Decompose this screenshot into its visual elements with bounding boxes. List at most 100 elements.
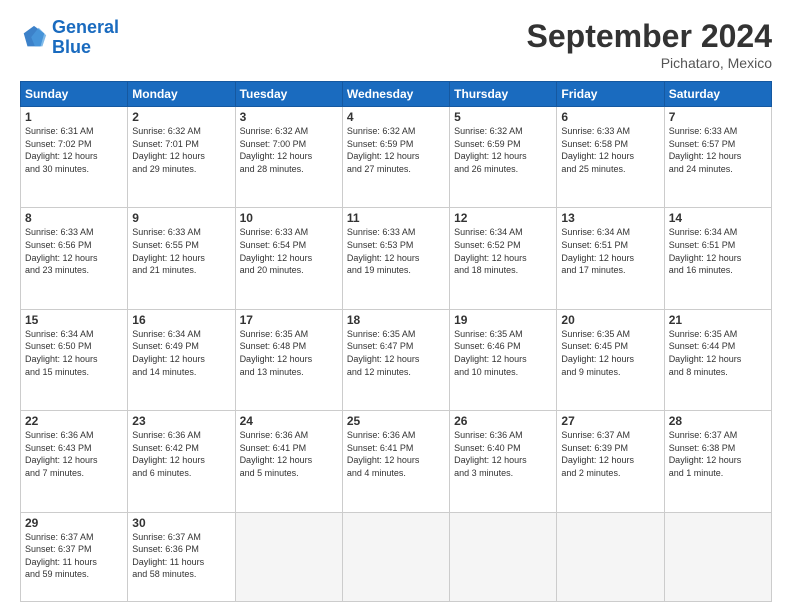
table-row: 30Sunrise: 6:37 AM Sunset: 6:36 PM Dayli…: [128, 512, 235, 602]
day-info: Sunrise: 6:36 AM Sunset: 6:40 PM Dayligh…: [454, 429, 552, 479]
day-number: 20: [561, 313, 659, 327]
table-row: 17Sunrise: 6:35 AM Sunset: 6:48 PM Dayli…: [235, 309, 342, 410]
table-row: 26Sunrise: 6:36 AM Sunset: 6:40 PM Dayli…: [450, 411, 557, 512]
table-row: 2Sunrise: 6:32 AM Sunset: 7:01 PM Daylig…: [128, 107, 235, 208]
calendar-week-row: 29Sunrise: 6:37 AM Sunset: 6:37 PM Dayli…: [21, 512, 772, 602]
header: General Blue September 2024 Pichataro, M…: [20, 18, 772, 71]
table-row: 9Sunrise: 6:33 AM Sunset: 6:55 PM Daylig…: [128, 208, 235, 309]
day-info: Sunrise: 6:35 AM Sunset: 6:45 PM Dayligh…: [561, 328, 659, 378]
day-number: 30: [132, 516, 230, 530]
day-info: Sunrise: 6:37 AM Sunset: 6:38 PM Dayligh…: [669, 429, 767, 479]
header-tuesday: Tuesday: [235, 82, 342, 107]
table-row: 23Sunrise: 6:36 AM Sunset: 6:42 PM Dayli…: [128, 411, 235, 512]
table-row: 1Sunrise: 6:31 AM Sunset: 7:02 PM Daylig…: [21, 107, 128, 208]
table-row: 10Sunrise: 6:33 AM Sunset: 6:54 PM Dayli…: [235, 208, 342, 309]
day-number: 15: [25, 313, 123, 327]
day-info: Sunrise: 6:32 AM Sunset: 7:00 PM Dayligh…: [240, 125, 338, 175]
table-row: 11Sunrise: 6:33 AM Sunset: 6:53 PM Dayli…: [342, 208, 449, 309]
header-thursday: Thursday: [450, 82, 557, 107]
day-info: Sunrise: 6:33 AM Sunset: 6:53 PM Dayligh…: [347, 226, 445, 276]
calendar-week-row: 15Sunrise: 6:34 AM Sunset: 6:50 PM Dayli…: [21, 309, 772, 410]
day-info: Sunrise: 6:35 AM Sunset: 6:48 PM Dayligh…: [240, 328, 338, 378]
month-title: September 2024: [527, 18, 772, 55]
table-row: 3Sunrise: 6:32 AM Sunset: 7:00 PM Daylig…: [235, 107, 342, 208]
day-number: 6: [561, 110, 659, 124]
table-row: 14Sunrise: 6:34 AM Sunset: 6:51 PM Dayli…: [664, 208, 771, 309]
location: Pichataro, Mexico: [527, 55, 772, 71]
day-number: 17: [240, 313, 338, 327]
day-number: 23: [132, 414, 230, 428]
day-info: Sunrise: 6:33 AM Sunset: 6:55 PM Dayligh…: [132, 226, 230, 276]
day-number: 12: [454, 211, 552, 225]
title-area: September 2024 Pichataro, Mexico: [527, 18, 772, 71]
header-monday: Monday: [128, 82, 235, 107]
table-row: 7Sunrise: 6:33 AM Sunset: 6:57 PM Daylig…: [664, 107, 771, 208]
calendar-week-row: 8Sunrise: 6:33 AM Sunset: 6:56 PM Daylig…: [21, 208, 772, 309]
day-info: Sunrise: 6:37 AM Sunset: 6:37 PM Dayligh…: [25, 531, 123, 581]
day-number: 9: [132, 211, 230, 225]
table-row: 29Sunrise: 6:37 AM Sunset: 6:37 PM Dayli…: [21, 512, 128, 602]
table-row: 20Sunrise: 6:35 AM Sunset: 6:45 PM Dayli…: [557, 309, 664, 410]
day-info: Sunrise: 6:34 AM Sunset: 6:51 PM Dayligh…: [669, 226, 767, 276]
table-row: 27Sunrise: 6:37 AM Sunset: 6:39 PM Dayli…: [557, 411, 664, 512]
day-number: 8: [25, 211, 123, 225]
day-info: Sunrise: 6:36 AM Sunset: 6:41 PM Dayligh…: [347, 429, 445, 479]
table-row: 13Sunrise: 6:34 AM Sunset: 6:51 PM Dayli…: [557, 208, 664, 309]
day-number: 16: [132, 313, 230, 327]
day-number: 2: [132, 110, 230, 124]
logo: General Blue: [20, 18, 119, 58]
day-info: Sunrise: 6:34 AM Sunset: 6:51 PM Dayligh…: [561, 226, 659, 276]
day-number: 18: [347, 313, 445, 327]
table-row: 18Sunrise: 6:35 AM Sunset: 6:47 PM Dayli…: [342, 309, 449, 410]
day-info: Sunrise: 6:31 AM Sunset: 7:02 PM Dayligh…: [25, 125, 123, 175]
weekday-header-row: Sunday Monday Tuesday Wednesday Thursday…: [21, 82, 772, 107]
table-row: [450, 512, 557, 602]
day-number: 1: [25, 110, 123, 124]
table-row: 24Sunrise: 6:36 AM Sunset: 6:41 PM Dayli…: [235, 411, 342, 512]
day-number: 21: [669, 313, 767, 327]
logo-general: General: [52, 17, 119, 37]
table-row: 25Sunrise: 6:36 AM Sunset: 6:41 PM Dayli…: [342, 411, 449, 512]
day-info: Sunrise: 6:37 AM Sunset: 6:39 PM Dayligh…: [561, 429, 659, 479]
day-number: 25: [347, 414, 445, 428]
day-number: 28: [669, 414, 767, 428]
day-info: Sunrise: 6:36 AM Sunset: 6:43 PM Dayligh…: [25, 429, 123, 479]
day-info: Sunrise: 6:33 AM Sunset: 6:54 PM Dayligh…: [240, 226, 338, 276]
table-row: [557, 512, 664, 602]
table-row: 5Sunrise: 6:32 AM Sunset: 6:59 PM Daylig…: [450, 107, 557, 208]
day-info: Sunrise: 6:33 AM Sunset: 6:57 PM Dayligh…: [669, 125, 767, 175]
table-row: [235, 512, 342, 602]
table-row: 16Sunrise: 6:34 AM Sunset: 6:49 PM Dayli…: [128, 309, 235, 410]
day-info: Sunrise: 6:35 AM Sunset: 6:44 PM Dayligh…: [669, 328, 767, 378]
day-info: Sunrise: 6:32 AM Sunset: 7:01 PM Dayligh…: [132, 125, 230, 175]
day-info: Sunrise: 6:34 AM Sunset: 6:49 PM Dayligh…: [132, 328, 230, 378]
day-info: Sunrise: 6:35 AM Sunset: 6:46 PM Dayligh…: [454, 328, 552, 378]
day-number: 4: [347, 110, 445, 124]
header-sunday: Sunday: [21, 82, 128, 107]
table-row: 6Sunrise: 6:33 AM Sunset: 6:58 PM Daylig…: [557, 107, 664, 208]
day-number: 22: [25, 414, 123, 428]
day-number: 26: [454, 414, 552, 428]
table-row: 22Sunrise: 6:36 AM Sunset: 6:43 PM Dayli…: [21, 411, 128, 512]
table-row: [664, 512, 771, 602]
day-number: 10: [240, 211, 338, 225]
header-wednesday: Wednesday: [342, 82, 449, 107]
day-number: 27: [561, 414, 659, 428]
header-saturday: Saturday: [664, 82, 771, 107]
day-number: 14: [669, 211, 767, 225]
table-row: 4Sunrise: 6:32 AM Sunset: 6:59 PM Daylig…: [342, 107, 449, 208]
day-number: 29: [25, 516, 123, 530]
day-number: 5: [454, 110, 552, 124]
day-info: Sunrise: 6:37 AM Sunset: 6:36 PM Dayligh…: [132, 531, 230, 581]
day-info: Sunrise: 6:34 AM Sunset: 6:50 PM Dayligh…: [25, 328, 123, 378]
day-number: 3: [240, 110, 338, 124]
day-number: 19: [454, 313, 552, 327]
day-number: 13: [561, 211, 659, 225]
day-info: Sunrise: 6:33 AM Sunset: 6:56 PM Dayligh…: [25, 226, 123, 276]
table-row: 28Sunrise: 6:37 AM Sunset: 6:38 PM Dayli…: [664, 411, 771, 512]
day-info: Sunrise: 6:32 AM Sunset: 6:59 PM Dayligh…: [347, 125, 445, 175]
calendar-week-row: 22Sunrise: 6:36 AM Sunset: 6:43 PM Dayli…: [21, 411, 772, 512]
calendar-table: Sunday Monday Tuesday Wednesday Thursday…: [20, 81, 772, 602]
table-row: 19Sunrise: 6:35 AM Sunset: 6:46 PM Dayli…: [450, 309, 557, 410]
logo-icon: [20, 24, 48, 52]
